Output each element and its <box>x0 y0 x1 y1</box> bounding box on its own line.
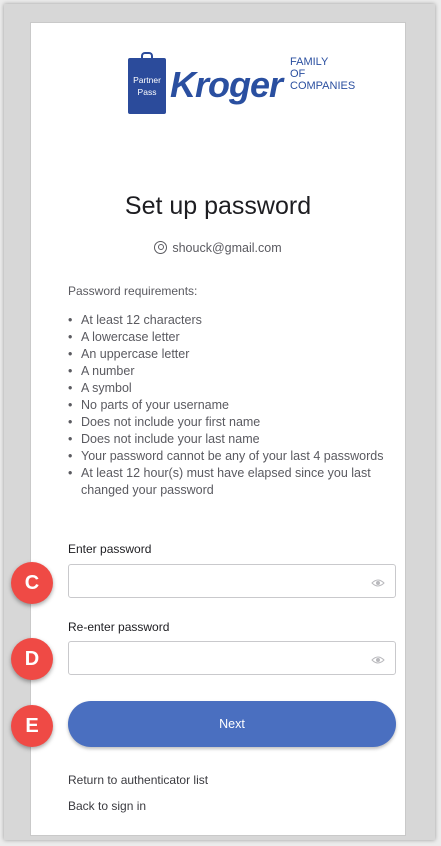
requirements-heading: Password requirements: <box>68 284 198 298</box>
list-item: Does not include your last name <box>68 431 398 448</box>
reenter-password-label: Re-enter password <box>68 620 170 634</box>
requirements-list: At least 12 characters A lowercase lette… <box>68 312 398 499</box>
user-icon <box>154 241 168 254</box>
return-to-authenticator-link[interactable]: Return to authenticator list <box>68 773 208 787</box>
next-button[interactable]: Next <box>68 701 396 747</box>
badge-clip-icon <box>141 52 153 62</box>
back-to-sign-in-link[interactable]: Back to sign in <box>68 799 146 813</box>
kroger-wordmark: Kroger <box>170 64 283 105</box>
callout-d: D <box>11 638 53 680</box>
username: shouck@gmail.com <box>172 241 282 255</box>
list-item: At least 12 hour(s) must have elapsed si… <box>68 465 398 499</box>
page-title: Set up password <box>124 192 312 220</box>
family-of-companies: FAMILY OF COMPANIES <box>290 56 356 92</box>
callout-e: E <box>11 705 53 747</box>
callout-c: C <box>11 562 53 604</box>
list-item: At least 12 characters <box>68 312 398 329</box>
reenter-field-box <box>68 641 396 675</box>
show-password-icon[interactable] <box>371 576 385 588</box>
password-input[interactable] <box>77 571 361 593</box>
logo: Partner Pass Kroger FAMILY OF COMPANIES <box>128 52 355 116</box>
list-item: A number <box>68 363 398 380</box>
list-item: A symbol <box>68 380 398 397</box>
list-item: Your password cannot be any of your last… <box>68 448 398 465</box>
list-item: A lowercase letter <box>68 329 398 346</box>
badge-line2: Pass <box>137 87 157 97</box>
list-item: Does not include your first name <box>68 414 398 431</box>
partner-pass-badge: Partner Pass <box>128 52 166 114</box>
list-item: An uppercase letter <box>68 346 398 363</box>
badge-line1: Partner <box>133 75 161 85</box>
username-row: shouck@gmail.com <box>30 241 406 255</box>
list-item: No parts of your username <box>68 397 398 414</box>
password-field-box <box>68 564 396 598</box>
show-reenter-password-icon[interactable] <box>371 653 385 665</box>
password-label: Enter password <box>68 542 152 556</box>
reenter-password-input[interactable] <box>77 648 361 670</box>
